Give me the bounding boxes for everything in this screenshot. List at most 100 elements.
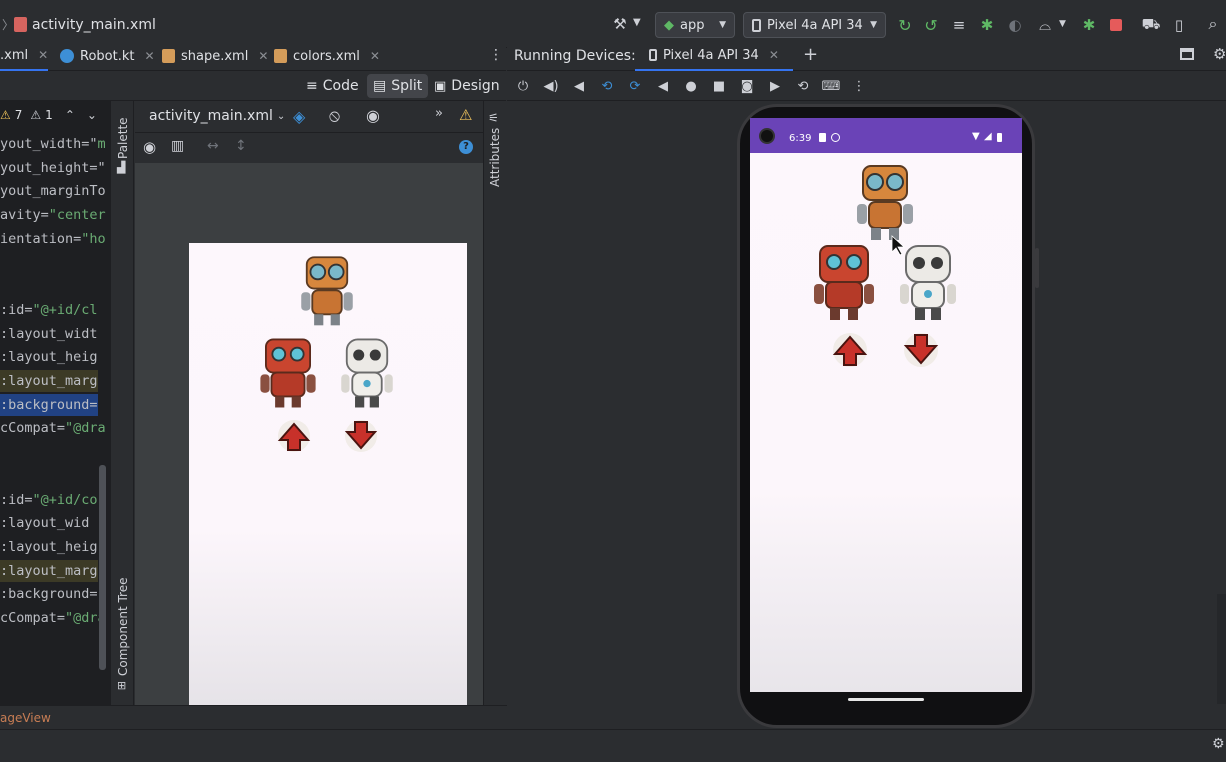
close-icon[interactable]: ✕ — [144, 49, 154, 63]
tab-activity-main[interactable]: .xml ✕ — [0, 41, 49, 71]
code-line[interactable]: :layout_marg — [0, 370, 98, 392]
tab-robot-kt[interactable]: Robot.kt ✕ — [60, 41, 155, 71]
record-icon[interactable]: ▶ — [766, 77, 784, 95]
camera-icon[interactable]: ◙ — [738, 77, 756, 95]
code-line[interactable]: :layout_heig — [0, 536, 98, 558]
gesture-nav-bar[interactable] — [848, 698, 924, 701]
attach-debugger-icon[interactable]: ✱ — [1080, 16, 1098, 34]
robot-red-image[interactable] — [814, 245, 874, 320]
vertical-arrows-icon[interactable]: ↕ — [235, 138, 247, 154]
code-line[interactable]: :layout_heig — [0, 346, 98, 368]
component-tree-tab[interactable]: Component Tree — [116, 578, 130, 676]
debug-icon[interactable]: ✱ — [978, 16, 996, 34]
code-line[interactable]: :id="@+id/cl — [0, 299, 98, 321]
layout-preview[interactable] — [189, 243, 467, 705]
apply-changes-restart-icon[interactable]: ↻ — [896, 16, 914, 35]
design-mode-button[interactable]: ▣ Design — [428, 74, 506, 98]
more-options-icon[interactable]: ⋮ — [850, 77, 868, 95]
robot-red-image[interactable] — [260, 338, 316, 408]
close-icon[interactable]: ✕ — [38, 48, 48, 62]
arrow-down-image[interactable] — [344, 420, 378, 452]
maximize-icon[interactable] — [1180, 48, 1194, 60]
profile-icon[interactable]: ◐ — [1006, 16, 1024, 34]
horizontal-arrows-icon[interactable]: ↔ — [207, 138, 219, 154]
code-mode-button[interactable]: ≡ Code — [300, 74, 365, 98]
code-line[interactable]: :background= — [0, 583, 98, 605]
split-mode-button[interactable]: ▤ Split — [367, 74, 429, 98]
code-line[interactable]: cCompat="@dra — [0, 607, 106, 629]
more-actions-icon[interactable]: » — [435, 106, 443, 121]
code-line[interactable]: yout_height=" — [0, 157, 106, 179]
grid-icon[interactable]: ▥ — [171, 138, 184, 154]
breadcrumb[interactable]: ageView — [0, 711, 51, 725]
chevron-down-icon[interactable]: ▼ — [633, 17, 641, 28]
code-line[interactable]: :background= — [0, 393, 98, 416]
more-tabs-icon[interactable]: ⋮ — [489, 47, 503, 63]
chevron-up-icon[interactable]: ⌃ — [65, 108, 75, 122]
design-surface-icon[interactable]: ◈ — [293, 107, 305, 126]
gear-icon[interactable]: ⚙ — [1213, 45, 1226, 63]
code-editor[interactable]: ⚠ 7 ⚠ 1 ⌃ ⌄ yout_width="m yout_height=" yout… — [0, 101, 110, 705]
device-mirror-icon[interactable]: ▯ — [1170, 16, 1188, 34]
robot-white-image[interactable] — [900, 245, 956, 320]
snapshot-icon[interactable]: ⟲ — [794, 77, 812, 95]
arrow-up-image[interactable] — [277, 420, 311, 452]
rotate-right-icon[interactable]: ⟳ — [626, 77, 644, 95]
hammer-icon[interactable]: ⚒ — [611, 15, 629, 33]
stop-icon[interactable] — [1107, 16, 1125, 34]
code-line[interactable]: cCompat="@dra — [0, 417, 106, 439]
gear-icon[interactable]: ⚙ — [1212, 736, 1225, 752]
run-config-select[interactable]: ◆ app ▼ — [655, 12, 735, 38]
home-icon[interactable]: ● — [682, 77, 700, 95]
search-icon[interactable]: ⌕ — [1204, 14, 1222, 33]
warning-icon[interactable]: ⚠ — [459, 106, 472, 124]
volume-down-icon[interactable]: ◀ — [570, 77, 588, 95]
arrow-up-image[interactable] — [832, 333, 868, 367]
night-mode-icon[interactable]: ◉ — [366, 106, 380, 125]
close-icon[interactable]: ✕ — [370, 49, 380, 63]
tab-colors-xml[interactable]: colors.xml ✕ — [274, 41, 380, 71]
code-line[interactable]: yout_width="m — [0, 133, 106, 155]
tab-running-device[interactable]: Pixel 4a API 34 ✕ — [635, 41, 793, 71]
power-icon[interactable]: ⏻ — [514, 77, 532, 95]
attributes-tab[interactable]: Attributes — [488, 128, 502, 187]
robot-orange-image[interactable] — [301, 256, 353, 326]
device-screen[interactable] — [750, 118, 1022, 692]
apply-code-changes-icon[interactable]: ↺ — [922, 16, 940, 35]
eye-icon[interactable]: ◉ — [143, 138, 156, 156]
close-icon[interactable]: ✕ — [258, 49, 268, 63]
help-icon[interactable]: ? — [459, 140, 473, 154]
code-line[interactable]: :id="@+id/co — [0, 489, 98, 511]
inspections-widget[interactable]: ⚠ 7 ⚠ 1 ⌃ ⌄ — [0, 108, 97, 122]
device-select[interactable]: Pixel 4a API 34 ▼ — [743, 12, 886, 38]
code-line[interactable]: yout_marginTo — [0, 180, 106, 202]
robot-white-image[interactable] — [341, 338, 393, 408]
chevron-down-icon[interactable]: ▼ — [1059, 19, 1066, 29]
tab-label: shape.xml — [181, 48, 249, 64]
scrollbar-thumb[interactable] — [99, 465, 106, 670]
layout-file-select[interactable]: activity_main.xml ⌄ — [149, 108, 285, 124]
close-icon[interactable]: ✕ — [769, 48, 779, 62]
rotate-left-icon[interactable]: ⟲ — [598, 77, 616, 95]
camera-cutout — [759, 128, 775, 144]
chevron-down-icon[interactable]: ⌄ — [87, 108, 97, 122]
volume-up-icon[interactable]: ◀) — [542, 77, 560, 95]
code-line[interactable]: avity="center — [0, 204, 106, 226]
device-manager-icon[interactable]: ⛟ — [1142, 15, 1161, 34]
tab-shape-xml[interactable]: shape.xml ✕ — [162, 41, 268, 71]
arrow-down-image[interactable] — [903, 333, 939, 367]
orientation-icon[interactable]: ⦸ — [329, 106, 340, 126]
code-line[interactable]: :layout_wid — [0, 512, 89, 534]
code-line[interactable]: :layout_marg — [0, 559, 98, 582]
robot-orange-image[interactable] — [857, 165, 913, 240]
coverage-icon[interactable]: ⌓ — [1036, 16, 1054, 34]
back-icon[interactable]: ◀ — [654, 77, 672, 95]
keyboard-icon[interactable]: ⌨ — [822, 77, 841, 95]
code-line[interactable]: :layout_widt — [0, 323, 98, 345]
title-file-name[interactable]: activity_main.xml — [32, 17, 156, 33]
add-device-icon[interactable]: + — [803, 44, 818, 65]
logcat-icon[interactable]: ≡ — [950, 16, 968, 34]
overview-icon[interactable]: ■ — [710, 77, 728, 95]
code-line[interactable]: ientation="ho — [0, 228, 106, 250]
palette-tab[interactable]: Palette — [116, 117, 130, 159]
